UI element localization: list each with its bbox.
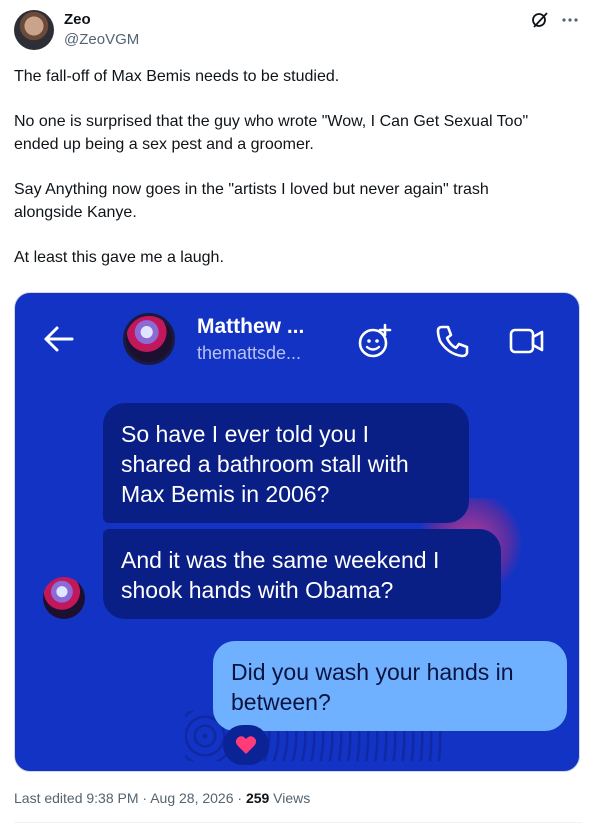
edited-timestamp[interactable]: Last edited 9:38 PM · Aug 28, 2026 · bbox=[14, 790, 246, 806]
message-bubble-received[interactable]: And it was the same weekend I shook hand… bbox=[103, 529, 501, 619]
tweet-media-image[interactable]: Matthew ... themattsde... So have I ever… bbox=[14, 292, 580, 772]
author-avatar[interactable] bbox=[14, 10, 54, 50]
tweet-body: The fall-off of Max Bemis needs to be st… bbox=[14, 65, 580, 291]
heart-reaction[interactable] bbox=[223, 725, 269, 765]
sender-avatar[interactable] bbox=[43, 577, 85, 619]
tweet-paragraph: The fall-off of Max Bemis needs to be st… bbox=[14, 68, 340, 85]
heart-icon bbox=[235, 736, 257, 754]
contact-name[interactable]: Matthew ... bbox=[197, 315, 304, 339]
message-bubble-sent[interactable]: Did you wash your hands in between? bbox=[213, 641, 567, 731]
phone-icon[interactable] bbox=[433, 321, 473, 361]
video-icon[interactable] bbox=[507, 321, 547, 361]
message-text: Did you wash your hands in between? bbox=[231, 659, 514, 715]
emoji-add-icon[interactable] bbox=[355, 321, 395, 361]
author-handle[interactable]: @ZeoVGM bbox=[64, 31, 139, 48]
tweet-paragraph: At least this gave me a laugh. bbox=[14, 249, 224, 266]
message-text: And it was the same weekend I shook hand… bbox=[121, 547, 440, 603]
views-count: 259 bbox=[245, 790, 270, 806]
message-text: So have I ever told you I shared a bathr… bbox=[121, 421, 409, 507]
message-bubble-received[interactable]: So have I ever told you I shared a bathr… bbox=[103, 403, 469, 523]
tweet-meta: Last edited 9:38 PM · Aug 28, 2026 · 259… bbox=[14, 790, 310, 806]
contact-handle: themattsde... bbox=[197, 343, 302, 363]
divider bbox=[14, 822, 582, 823]
grok-icon[interactable] bbox=[530, 10, 550, 30]
tweet-paragraph: No one is surprised that the guy who wro… bbox=[14, 113, 529, 153]
tweet-header-actions bbox=[530, 10, 580, 30]
more-icon[interactable] bbox=[560, 10, 580, 30]
author-name[interactable]: Zeo bbox=[64, 11, 91, 28]
views-label: Views bbox=[269, 790, 311, 806]
back-arrow-icon[interactable] bbox=[41, 321, 77, 357]
tweet-paragraph: Say Anything now goes in the "artists I … bbox=[14, 181, 489, 221]
contact-avatar[interactable] bbox=[123, 313, 175, 365]
